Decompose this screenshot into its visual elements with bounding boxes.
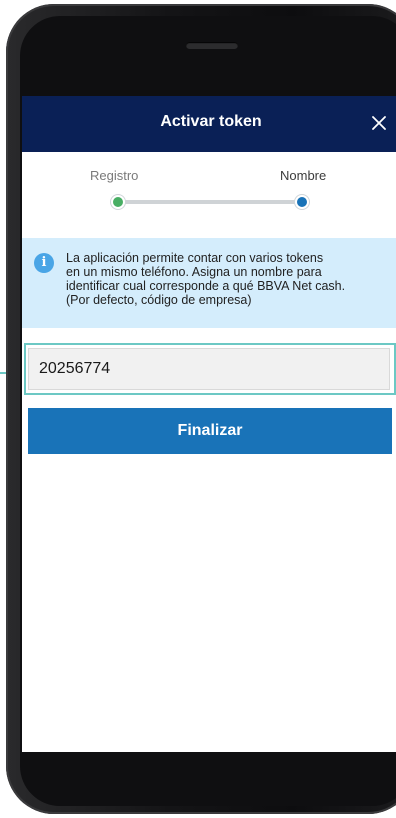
token-name-input[interactable]	[28, 348, 390, 390]
info-banner: i La aplicación permite contar con vario…	[22, 238, 396, 328]
info-icon: i	[34, 253, 54, 273]
info-line: identificar cual corresponde a qué BBVA …	[66, 279, 346, 293]
step-dot-registro	[111, 195, 125, 209]
page-title: Activar token	[160, 113, 262, 130]
speaker-grille	[186, 42, 238, 49]
info-line: (Por defecto, código de empresa)	[66, 293, 252, 307]
stage: Activar token Registro Nombre i La aplic…	[0, 0, 396, 818]
step-label-nombre: Nombre	[280, 168, 327, 183]
finish-button[interactable]: Finalizar	[28, 408, 392, 454]
app-header: Activar token	[22, 96, 396, 152]
step-dot-nombre	[295, 195, 309, 209]
step-label-registro: Registro	[90, 168, 139, 183]
info-line: La aplicación permite contar con varios …	[66, 251, 324, 265]
step-progress-track	[118, 200, 302, 204]
info-line: en un mismo teléfono. Asigna un nombre p…	[66, 265, 322, 279]
info-message: La aplicación permite contar con varios …	[66, 251, 392, 307]
close-icon[interactable]	[368, 112, 390, 134]
app-screen: Activar token Registro Nombre i La aplic…	[22, 96, 396, 752]
